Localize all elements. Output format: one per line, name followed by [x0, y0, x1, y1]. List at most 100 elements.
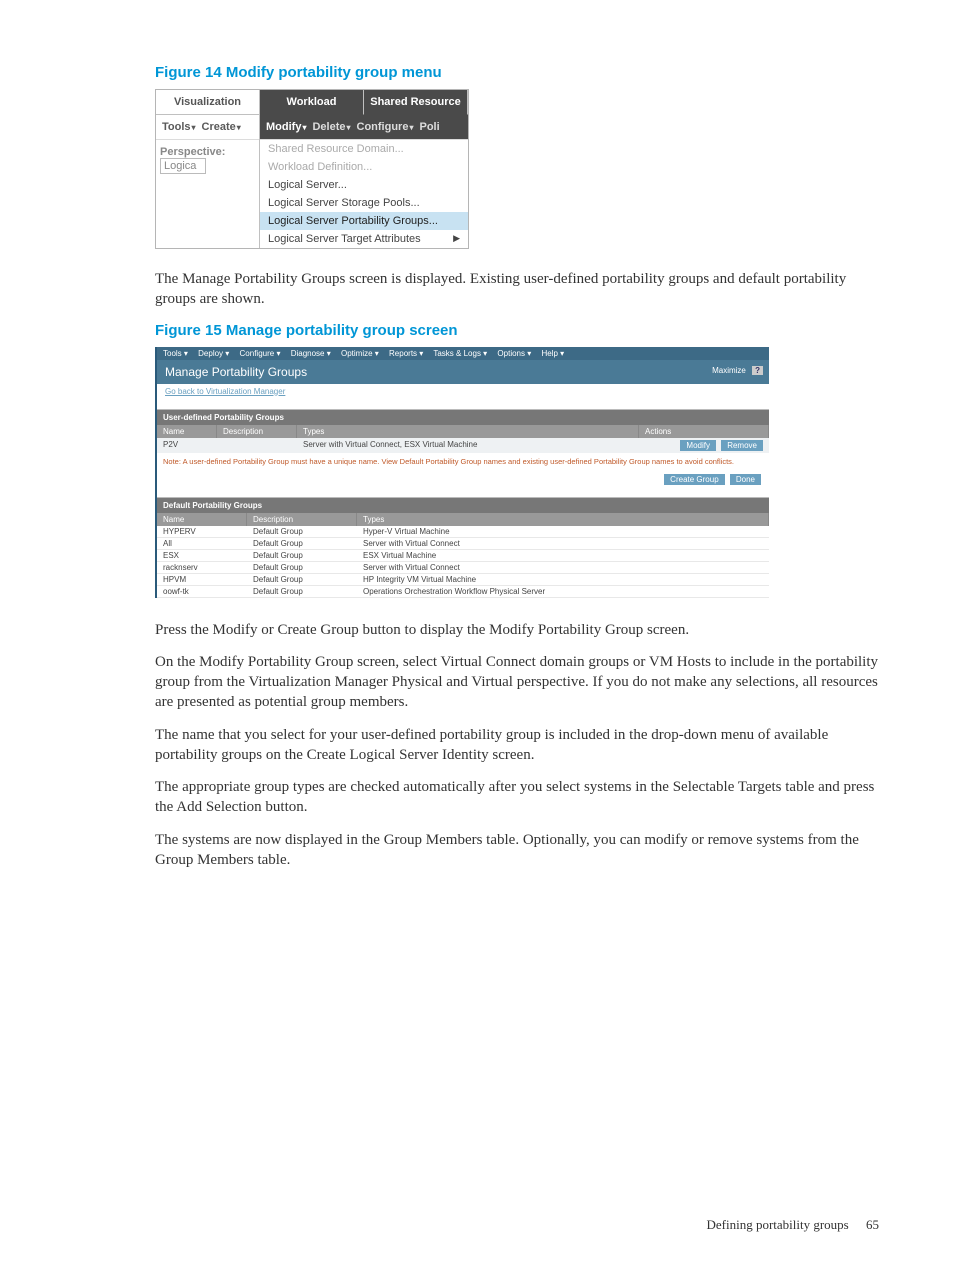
page-title: Manage Portability Groups	[165, 365, 307, 379]
menu-help[interactable]: Help ▾	[541, 349, 564, 358]
cell-types: Server with Virtual Connect	[357, 562, 769, 573]
perspective-field[interactable]: Logica	[160, 158, 206, 174]
perspective-row: Perspective: Logica	[156, 140, 259, 183]
cell-types: Operations Orchestration Workflow Physic…	[357, 586, 769, 597]
menu-options[interactable]: Options ▾	[497, 349, 531, 358]
cell-types: Server with Virtual Connect, ESX Virtual…	[297, 438, 639, 453]
default-table-header: Name Description Types	[157, 513, 769, 526]
col-description: Description	[247, 513, 357, 526]
menu-tasks-logs[interactable]: Tasks & Logs ▾	[433, 349, 487, 358]
user-table-header: Name Description Types Actions	[157, 425, 769, 438]
page-footer: Defining portability groups 65	[706, 1217, 879, 1233]
menu-tools[interactable]: Tools ▾	[163, 349, 188, 358]
default-section-header: Default Portability Groups	[157, 497, 769, 513]
figure15-screenshot: Tools ▾ Deploy ▾ Configure ▾ Diagnose ▾ …	[155, 347, 769, 598]
default-row: HYPERV Default Group Hyper-V Virtual Mac…	[157, 526, 769, 538]
note-text: Note: A user-defined Portability Group m…	[157, 453, 769, 468]
menu-reports[interactable]: Reports ▾	[389, 349, 423, 358]
default-row: HPVM Default Group HP Integrity VM Virtu…	[157, 574, 769, 586]
tab-shared-resource[interactable]: Shared Resource	[364, 90, 468, 115]
dd-shared-resource-domain[interactable]: Shared Resource Domain...	[260, 140, 468, 158]
cell-desc	[217, 438, 297, 453]
tab-visualization[interactable]: Visualization	[156, 90, 260, 115]
cell-name: racknserv	[157, 562, 247, 573]
cell-desc: Default Group	[247, 574, 357, 585]
user-defined-section-header: User-defined Portability Groups	[157, 409, 769, 425]
create-group-button[interactable]: Create Group	[664, 474, 724, 485]
cell-name: oowf-tk	[157, 586, 247, 597]
paragraph-2: Press the Modify or Create Group button …	[155, 620, 879, 640]
col-name: Name	[157, 425, 217, 438]
tools-menu[interactable]: Tools▾	[161, 119, 197, 135]
remove-button[interactable]: Remove	[721, 440, 763, 451]
cell-types: Server with Virtual Connect	[357, 538, 769, 549]
configure-menu[interactable]: Configure▾	[356, 119, 415, 135]
dd-workload-definition[interactable]: Workload Definition...	[260, 158, 468, 176]
cell-actions: Modify Remove	[639, 438, 769, 453]
footer-section: Defining portability groups	[706, 1217, 848, 1232]
col-name: Name	[157, 513, 247, 526]
done-button[interactable]: Done	[730, 474, 761, 485]
paragraph-5: The appropriate group types are checked …	[155, 777, 879, 818]
create-menu[interactable]: Create▾	[201, 119, 242, 135]
caret-down-icon: ▾	[347, 123, 351, 132]
paragraph-1: The Manage Portability Groups screen is …	[155, 269, 879, 310]
figure15-title: Figure 15 Manage portability group scree…	[155, 322, 879, 339]
caret-down-icon: ▾	[409, 123, 413, 132]
cell-desc: Default Group	[247, 550, 357, 561]
paragraph-6: The systems are now displayed in the Gro…	[155, 830, 879, 871]
menu-diagnose[interactable]: Diagnose ▾	[291, 349, 331, 358]
cell-types: HP Integrity VM Virtual Machine	[357, 574, 769, 585]
delete-menu[interactable]: Delete▾	[311, 119, 351, 135]
default-row: racknserv Default Group Server with Virt…	[157, 562, 769, 574]
menu-configure[interactable]: Configure ▾	[240, 349, 281, 358]
fig15-titlebar: Manage Portability Groups Maximize ?	[157, 360, 769, 384]
dd-logical-server-target-attributes[interactable]: Logical Server Target Attributes ▶	[260, 230, 468, 248]
col-types: Types	[357, 513, 769, 526]
cell-name: P2V	[157, 438, 217, 453]
modify-button[interactable]: Modify	[680, 440, 716, 451]
cell-desc: Default Group	[247, 526, 357, 537]
menu-deploy[interactable]: Deploy ▾	[198, 349, 229, 358]
caret-down-icon: ▾	[192, 123, 196, 132]
col-actions: Actions	[639, 425, 769, 438]
col-description: Description	[217, 425, 297, 438]
paragraph-4: The name that you select for your user-d…	[155, 725, 879, 766]
modify-dropdown: Shared Resource Domain... Workload Defin…	[260, 140, 468, 248]
menu-optimize[interactable]: Optimize ▾	[341, 349, 379, 358]
tab-workload[interactable]: Workload	[260, 90, 364, 115]
maximize-link[interactable]: Maximize	[712, 366, 746, 375]
modify-menu[interactable]: Modify▾	[265, 119, 307, 135]
button-row: Create Group Done	[157, 468, 769, 497]
footer-page-number: 65	[866, 1217, 879, 1232]
cell-name: ESX	[157, 550, 247, 561]
figure14-title: Figure 14 Modify portability group menu	[155, 64, 879, 81]
cell-types: ESX Virtual Machine	[357, 550, 769, 561]
cell-types: Hyper-V Virtual Machine	[357, 526, 769, 537]
perspective-label: Perspective:	[160, 146, 225, 158]
dd-logical-server-storage-pools[interactable]: Logical Server Storage Pools...	[260, 194, 468, 212]
cell-desc: Default Group	[247, 562, 357, 573]
dd-logical-server-portability-groups[interactable]: Logical Server Portability Groups...	[260, 212, 468, 230]
dd-logical-server[interactable]: Logical Server...	[260, 176, 468, 194]
cell-name: HYPERV	[157, 526, 247, 537]
figure14-screenshot: Visualization Workload Shared Resource T…	[155, 89, 469, 249]
fig14-right-toolbar: Modify▾ Delete▾ Configure▾ Poli	[260, 115, 468, 140]
dd-item-label: Logical Server Target Attributes	[268, 233, 421, 245]
submenu-caret-icon: ▶	[453, 233, 460, 244]
caret-down-icon: ▾	[302, 123, 306, 132]
col-types: Types	[297, 425, 639, 438]
default-row: oowf-tk Default Group Operations Orchest…	[157, 586, 769, 598]
cell-name: HPVM	[157, 574, 247, 585]
user-defined-row: P2V Server with Virtual Connect, ESX Vir…	[157, 438, 769, 453]
cell-desc: Default Group	[247, 586, 357, 597]
policy-menu-truncated[interactable]: Poli	[418, 119, 440, 135]
default-row: All Default Group Server with Virtual Co…	[157, 538, 769, 550]
fig14-tabs: Visualization Workload Shared Resource	[156, 90, 468, 115]
caret-down-icon: ▾	[237, 123, 241, 132]
go-back-link[interactable]: Go back to Virtualization Manager	[157, 384, 769, 399]
cell-desc: Default Group	[247, 538, 357, 549]
fig14-left-toolbar: Tools▾ Create▾	[156, 115, 259, 140]
help-icon[interactable]: ?	[752, 366, 763, 375]
paragraph-3: On the Modify Portability Group screen, …	[155, 652, 879, 713]
